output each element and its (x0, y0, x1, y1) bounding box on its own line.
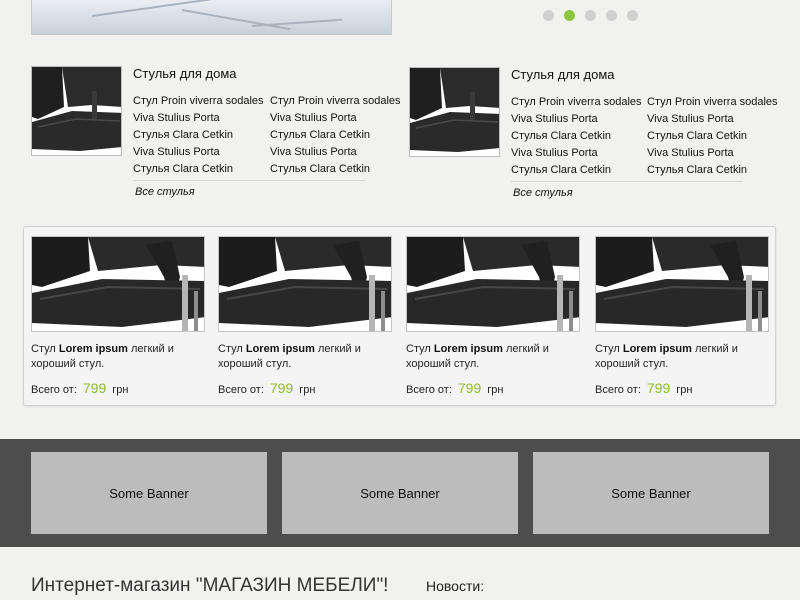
chair-image-icon (596, 237, 768, 331)
product-description: Стул Lorem ipsum легкий и хороший стул. (406, 342, 580, 372)
product-card[interactable]: Стул Lorem ipsum легкий и хороший стул. … (595, 236, 769, 396)
banner-3[interactable]: Some Banner (533, 452, 769, 534)
category-link[interactable]: Стул Proin viverra sodales (133, 93, 264, 110)
product-strip: Стул Lorem ipsum легкий и хороший стул. … (23, 226, 776, 406)
product-prefix: Стул (406, 343, 431, 355)
price-value: 799 (457, 380, 482, 396)
category-links-col1: Стул Proin viverra sodales Viva Stulius … (133, 93, 264, 178)
chair-image-icon (407, 237, 579, 331)
price-label: Всего от: (218, 384, 264, 396)
product-name: Lorem ipsum (245, 343, 315, 355)
category-link[interactable]: Стулья Clara Cetkin (270, 161, 401, 178)
category-link[interactable]: Viva Stulius Porta (133, 144, 264, 161)
category-thumbnail[interactable] (31, 66, 122, 156)
category-link[interactable]: Стул Proin viverra sodales (270, 93, 401, 110)
price-currency: грн (676, 384, 693, 396)
divider (511, 181, 743, 182)
price-value: 799 (269, 380, 294, 396)
category-title: Стулья для дома (511, 67, 615, 82)
category-link[interactable]: Viva Stulius Porta (511, 145, 642, 162)
chair-image-icon (219, 237, 391, 331)
banner-band: Some Banner Some Banner Some Banner (0, 439, 800, 547)
category-block: Стулья для дома Стул Proin viverra sodal… (409, 67, 789, 207)
product-name: Lorem ipsum (433, 343, 503, 355)
product-price: Всего от: 799 грн (31, 380, 205, 396)
category-link[interactable]: Viva Stulius Porta (133, 110, 264, 127)
price-currency: грн (299, 384, 316, 396)
price-currency: грн (487, 384, 504, 396)
category-link[interactable]: Стулья Clara Cetkin (511, 162, 642, 179)
price-label: Всего от: (31, 384, 77, 396)
divider (133, 180, 365, 181)
product-image[interactable] (595, 236, 769, 332)
price-currency: грн (112, 384, 129, 396)
category-link[interactable]: Viva Stulius Porta (647, 111, 778, 128)
banner-1[interactable]: Some Banner (31, 452, 267, 534)
category-link[interactable]: Стулья Clara Cetkin (270, 127, 401, 144)
chair-image-icon (32, 67, 121, 155)
category-link[interactable]: Viva Stulius Porta (511, 111, 642, 128)
all-chairs-link[interactable]: Все стулья (513, 187, 573, 199)
product-name: Lorem ipsum (58, 343, 128, 355)
price-value: 799 (646, 380, 671, 396)
product-description: Стул Lorem ipsum легкий и хороший стул. (218, 342, 392, 372)
category-link[interactable]: Стулья Clara Cetkin (133, 161, 264, 178)
chair-image-icon (32, 237, 204, 331)
category-links-col1: Стул Proin viverra sodales Viva Stulius … (511, 94, 642, 179)
product-price: Всего от: 799 грн (595, 380, 769, 396)
news-title: Новости: (426, 578, 485, 594)
category-block: Стулья для дома Стул Proin viverra sodal… (31, 66, 411, 206)
category-link[interactable]: Viva Stulius Porta (647, 145, 778, 162)
product-prefix: Стул (595, 343, 620, 355)
slider-dot-2[interactable] (564, 10, 575, 21)
category-link[interactable]: Стулья Clara Cetkin (647, 128, 778, 145)
slider-dot-5[interactable] (627, 10, 638, 21)
product-description: Стул Lorem ipsum легкий и хороший стул. (595, 342, 769, 372)
category-title: Стулья для дома (133, 66, 237, 81)
price-value: 799 (82, 380, 107, 396)
product-prefix: Стул (31, 343, 56, 355)
product-description: Стул Lorem ipsum легкий и хороший стул. (31, 342, 205, 372)
slider-pagination (543, 10, 638, 21)
slider-image[interactable] (31, 0, 392, 35)
product-card[interactable]: Стул Lorem ipsum легкий и хороший стул. … (31, 236, 205, 396)
category-link[interactable]: Стулья Clara Cetkin (133, 127, 264, 144)
slider-dot-4[interactable] (606, 10, 617, 21)
slider-dot-3[interactable] (585, 10, 596, 21)
category-link[interactable]: Стулья Clara Cetkin (647, 162, 778, 179)
price-label: Всего от: (595, 384, 641, 396)
product-card[interactable]: Стул Lorem ipsum легкий и хороший стул. … (218, 236, 392, 396)
category-link[interactable]: Viva Stulius Porta (270, 110, 401, 127)
product-name: Lorem ipsum (622, 343, 692, 355)
category-links-col2: Стул Proin viverra sodales Viva Stulius … (647, 94, 778, 179)
office-photo (32, 0, 391, 34)
all-chairs-link[interactable]: Все стулья (135, 186, 195, 198)
banner-2[interactable]: Some Banner (282, 452, 518, 534)
product-card[interactable]: Стул Lorem ipsum легкий и хороший стул. … (406, 236, 580, 396)
slider-dot-1[interactable] (543, 10, 554, 21)
price-label: Всего от: (406, 384, 452, 396)
product-price: Всего от: 799 грн (406, 380, 580, 396)
category-thumbnail[interactable] (409, 67, 500, 157)
category-links-col2: Стул Proin viverra sodales Viva Stulius … (270, 93, 401, 178)
product-image[interactable] (31, 236, 205, 332)
product-image[interactable] (406, 236, 580, 332)
product-image[interactable] (218, 236, 392, 332)
category-link[interactable]: Стул Proin viverra sodales (511, 94, 642, 111)
product-prefix: Стул (218, 343, 243, 355)
shop-title: Интернет-магазин "МАГАЗИН МЕБЕЛИ"! (31, 575, 389, 596)
category-link[interactable]: Стулья Clara Cetkin (511, 128, 642, 145)
category-link[interactable]: Viva Stulius Porta (270, 144, 401, 161)
category-link[interactable]: Стул Proin viverra sodales (647, 94, 778, 111)
product-price: Всего от: 799 грн (218, 380, 392, 396)
chair-image-icon (410, 68, 499, 156)
